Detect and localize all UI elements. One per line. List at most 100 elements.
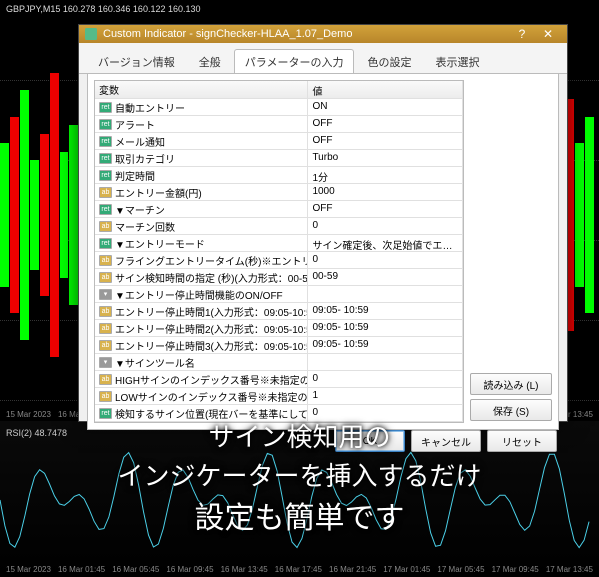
param-row[interactable]: abマーチン回数0: [95, 218, 463, 235]
tab-2[interactable]: パラメーターの入力: [234, 49, 355, 73]
param-name: ▾▼エントリー停止時間機能のON/OFF: [95, 286, 308, 302]
type-icon: ab: [99, 391, 112, 402]
type-icon: ab: [99, 221, 112, 232]
dialog-footer: OK キャンセル リセット: [79, 430, 567, 452]
param-value[interactable]: 00-59: [308, 269, 463, 285]
param-value[interactable]: Turbo: [308, 150, 463, 166]
param-row[interactable]: abサイン検知時間の指定 (秒)(入力形式：00-59)エ…00-59: [95, 269, 463, 286]
param-name: retメール通知: [95, 133, 308, 149]
param-name: abLOWサインのインデックス番号※未指定の場合は…: [95, 388, 308, 404]
close-button[interactable]: ✕: [535, 25, 561, 43]
param-row[interactable]: abフライングエントリータイム(秒)※エントリーモードが「サ…0: [95, 252, 463, 269]
symbol-label: GBPJPY,M15 160.278 160.346 160.122 160.1…: [6, 4, 201, 14]
dialog-titlebar[interactable]: Custom Indicator - signChecker-HLAA_1.07…: [79, 25, 567, 43]
param-row[interactable]: ret自動エントリーON: [95, 99, 463, 116]
type-icon: ret: [99, 136, 112, 147]
indicator-properties-dialog: Custom Indicator - signChecker-HLAA_1.07…: [78, 24, 568, 422]
tab-1[interactable]: 全般: [188, 49, 232, 73]
type-icon: ab: [99, 323, 112, 334]
app-icon: [85, 28, 97, 40]
param-name: ret自動エントリー: [95, 99, 308, 115]
type-icon: ret: [99, 153, 112, 164]
param-name: abエントリー停止時間1(入力形式：09:05-10:59): [95, 303, 308, 319]
tab-0[interactable]: バージョン情報: [87, 49, 186, 73]
ok-button[interactable]: OK: [335, 430, 405, 452]
param-value[interactable]: OFF: [308, 133, 463, 149]
param-value[interactable]: 0: [308, 218, 463, 234]
param-row[interactable]: retメール通知OFF: [95, 133, 463, 150]
params-grid[interactable]: 変数 値 ret自動エントリーONretアラートOFFretメール通知OFFre…: [94, 80, 464, 423]
param-row[interactable]: ret▼マーチンOFF: [95, 201, 463, 218]
param-name: abマーチン回数: [95, 218, 308, 234]
reset-button[interactable]: リセット: [487, 430, 557, 452]
save-button[interactable]: 保存 (S): [470, 399, 552, 421]
param-value[interactable]: OFF: [308, 201, 463, 217]
grid-header: 変数 値: [95, 81, 463, 99]
type-icon: ab: [99, 272, 112, 283]
param-name: retアラート: [95, 116, 308, 132]
param-row[interactable]: abエントリー停止時間2(入力形式：09:05-10:59)09:05- 10:…: [95, 320, 463, 337]
param-value[interactable]: [308, 286, 463, 302]
type-icon: ab: [99, 255, 112, 266]
time-axis-lower: 15 Mar 202316 Mar 01:4516 Mar 05:4516 Ma…: [0, 565, 599, 577]
tab-4[interactable]: 表示選択: [424, 49, 490, 73]
type-icon: ab: [99, 374, 112, 385]
col-variable: 変数: [95, 81, 308, 98]
param-row[interactable]: ret取引カテゴリTurbo: [95, 150, 463, 167]
dialog-tabs: バージョン情報全般パラメーターの入力色の設定表示選択: [79, 43, 567, 74]
help-button[interactable]: ?: [509, 25, 535, 43]
param-row[interactable]: abエントリー金額(円)1000: [95, 184, 463, 201]
param-name: abサイン検知時間の指定 (秒)(入力形式：00-59)エ…: [95, 269, 308, 285]
type-icon: ab: [99, 187, 112, 198]
param-name: ret▼エントリーモード: [95, 235, 308, 251]
type-icon: ret: [99, 119, 112, 130]
param-name: abエントリー停止時間3(入力形式：09:05-10:59): [95, 337, 308, 353]
param-value[interactable]: OFF: [308, 116, 463, 132]
col-value: 値: [308, 81, 463, 98]
param-row[interactable]: ▾▼エントリー停止時間機能のON/OFF: [95, 286, 463, 303]
param-value[interactable]: 09:05- 10:59: [308, 337, 463, 353]
param-row[interactable]: ret判定時間1分: [95, 167, 463, 184]
param-row[interactable]: ret▼エントリーモードサイン確定後、次足始値でエントリー: [95, 235, 463, 252]
param-value[interactable]: 1: [308, 388, 463, 404]
param-row[interactable]: retアラートOFF: [95, 116, 463, 133]
type-icon: ret: [99, 170, 112, 181]
param-name: abエントリー金額(円): [95, 184, 308, 200]
param-value[interactable]: [308, 354, 463, 370]
param-row[interactable]: abLOWサインのインデックス番号※未指定の場合は…1: [95, 388, 463, 405]
param-row[interactable]: abエントリー停止時間1(入力形式：09:05-10:59)09:05- 10:…: [95, 303, 463, 320]
param-value[interactable]: 1分: [308, 167, 463, 183]
rsi-label: RSI(2) 48.7478: [6, 428, 67, 438]
param-name: ▾▼サインツール名: [95, 354, 308, 370]
param-row[interactable]: ▾▼サインツール名: [95, 354, 463, 371]
param-name: abHIGHサインのインデックス番号※未指定の場合は…: [95, 371, 308, 387]
side-buttons: 読み込み (L) 保存 (S): [470, 80, 552, 423]
tab-3[interactable]: 色の設定: [356, 49, 422, 73]
type-icon: ▾: [99, 289, 112, 300]
param-value[interactable]: 0: [308, 405, 463, 421]
load-button[interactable]: 読み込み (L): [470, 373, 552, 395]
type-icon: ret: [99, 238, 112, 249]
param-value[interactable]: 0: [308, 252, 463, 268]
param-name: abフライングエントリータイム(秒)※エントリーモードが「サ…: [95, 252, 308, 268]
param-value[interactable]: 09:05- 10:59: [308, 320, 463, 336]
param-row[interactable]: abHIGHサインのインデックス番号※未指定の場合は…0: [95, 371, 463, 388]
param-value[interactable]: 0: [308, 371, 463, 387]
cancel-button[interactable]: キャンセル: [411, 430, 481, 452]
param-name: ret▼マーチン: [95, 201, 308, 217]
param-name: ret検知するサイン位置(現在バーを基準にして、指定…: [95, 405, 308, 421]
type-icon: ret: [99, 204, 112, 215]
param-name: abエントリー停止時間2(入力形式：09:05-10:59): [95, 320, 308, 336]
dialog-body: 変数 値 ret自動エントリーONretアラートOFFretメール通知OFFre…: [87, 74, 559, 430]
param-name: ret判定時間: [95, 167, 308, 183]
type-icon: ab: [99, 306, 112, 317]
param-row[interactable]: ret検知するサイン位置(現在バーを基準にして、指定…0: [95, 405, 463, 422]
type-icon: ret: [99, 102, 112, 113]
type-icon: ▾: [99, 357, 112, 368]
param-value[interactable]: サイン確定後、次足始値でエントリー: [308, 235, 463, 251]
param-value[interactable]: ON: [308, 99, 463, 115]
param-name: ret取引カテゴリ: [95, 150, 308, 166]
param-value[interactable]: 1000: [308, 184, 463, 200]
param-value[interactable]: 09:05- 10:59: [308, 303, 463, 319]
param-row[interactable]: abエントリー停止時間3(入力形式：09:05-10:59)09:05- 10:…: [95, 337, 463, 354]
